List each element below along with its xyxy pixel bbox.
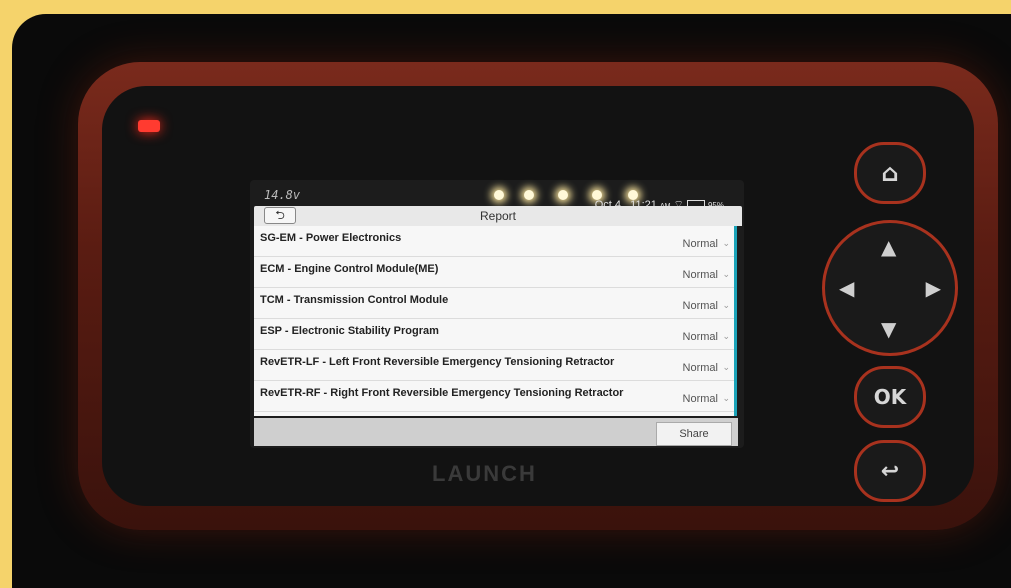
chevron-down-icon[interactable]: ⌄ bbox=[722, 269, 730, 280]
ok-button[interactable]: OK bbox=[854, 366, 926, 428]
return-icon: ↩ bbox=[880, 458, 900, 484]
home-icon: ⌂ bbox=[881, 159, 899, 187]
module-status[interactable]: Normal bbox=[683, 300, 718, 312]
module-status[interactable]: Normal bbox=[683, 393, 718, 405]
arrow-right-icon[interactable]: ▶ bbox=[926, 276, 941, 300]
brand-label: LAUNCH bbox=[432, 461, 537, 486]
module-status[interactable]: Normal bbox=[683, 269, 718, 281]
voltage-readout: 14.8v bbox=[264, 188, 301, 202]
list-item[interactable]: ESP - Electronic Stability Program Norma… bbox=[254, 319, 734, 350]
module-name: RevETR-LF - Left Front Reversible Emerge… bbox=[260, 356, 615, 368]
arrow-up-icon[interactable]: ▲ bbox=[881, 235, 896, 259]
module-status[interactable]: Normal bbox=[683, 362, 718, 374]
chevron-down-icon[interactable]: ⌄ bbox=[722, 238, 730, 249]
list-item[interactable]: SG-EM - Power Electronics Normal ⌄ bbox=[254, 226, 734, 257]
chevron-down-icon[interactable]: ⌄ bbox=[722, 331, 730, 342]
module-status[interactable]: Normal bbox=[683, 238, 718, 250]
screen: 14.8v Oct 4 11:21 AM ⌔ 95% ⮌ Report SG-E… bbox=[250, 180, 744, 448]
light-glare bbox=[524, 190, 534, 200]
back-button[interactable]: ↩ bbox=[854, 440, 926, 502]
dpad[interactable]: ▲ ▼ ◀ ▶ bbox=[822, 220, 958, 356]
list-item[interactable]: RevETR-RF - Right Front Reversible Emerg… bbox=[254, 381, 734, 412]
title-bar: ⮌ Report bbox=[254, 206, 742, 226]
light-glare bbox=[494, 190, 504, 200]
module-name: SG-EM - Power Electronics bbox=[260, 232, 402, 244]
module-name: TCM - Transmission Control Module bbox=[260, 294, 449, 306]
list-item[interactable]: RevETR-LF - Left Front Reversible Emerge… bbox=[254, 350, 734, 381]
home-button[interactable]: ⌂ bbox=[854, 142, 926, 204]
module-status[interactable]: Normal bbox=[683, 331, 718, 343]
light-glare bbox=[558, 190, 568, 200]
list-item[interactable]: ECM - Engine Control Module(ME) Normal ⌄ bbox=[254, 257, 734, 288]
chevron-down-icon[interactable]: ⌄ bbox=[722, 362, 730, 373]
chevron-down-icon[interactable]: ⌄ bbox=[722, 393, 730, 404]
report-list[interactable]: SG-EM - Power Electronics Normal ⌄ ECM -… bbox=[254, 226, 737, 416]
bottom-bar: Share bbox=[254, 418, 738, 446]
power-led bbox=[138, 120, 160, 132]
module-name: RevETR-RF - Right Front Reversible Emerg… bbox=[260, 387, 624, 399]
status-bar: 14.8v Oct 4 11:21 AM ⌔ 95% bbox=[250, 180, 744, 211]
arrow-down-icon[interactable]: ▼ bbox=[881, 317, 896, 341]
chevron-down-icon[interactable]: ⌄ bbox=[722, 300, 730, 311]
photo-frame: LAUNCH ⌂ ▲ ▼ ◀ ▶ OK ↩ 14.8v Oct 4 11:21 … bbox=[12, 14, 1011, 588]
page-title: Report bbox=[479, 209, 517, 223]
module-name: ECM - Engine Control Module(ME) bbox=[260, 263, 439, 275]
arrow-left-icon[interactable]: ◀ bbox=[839, 276, 854, 300]
share-button[interactable]: Share bbox=[656, 422, 732, 446]
list-item[interactable]: TCM - Transmission Control Module Normal… bbox=[254, 288, 734, 319]
module-name: ESP - Electronic Stability Program bbox=[260, 325, 439, 337]
